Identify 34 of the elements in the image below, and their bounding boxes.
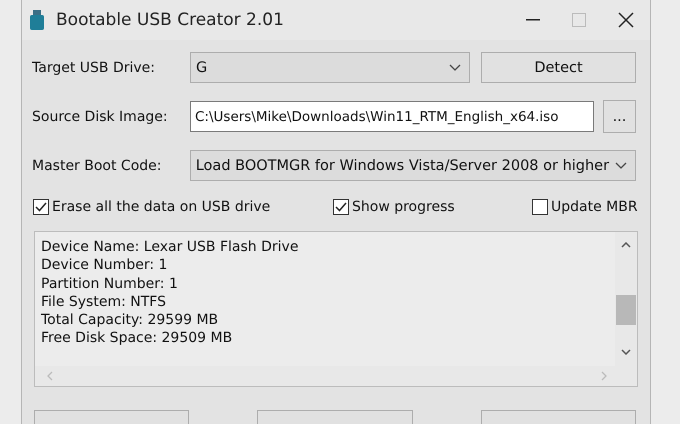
minimize-icon[interactable]	[526, 19, 540, 21]
browse-button[interactable]: ...	[603, 100, 636, 133]
boot-code-dropdown[interactable]: Load BOOTMGR for Windows Vista/Server 2008 or higher	[190, 150, 636, 181]
horizontal-scrollbar[interactable]	[35, 366, 637, 386]
field-label: Master Boot Code:	[32, 158, 162, 174]
log-line: Partition Number: 1	[41, 274, 179, 293]
checkbox-label: Show progress	[352, 199, 455, 215]
maximize-icon	[572, 13, 586, 27]
log-line: Total Capacity: 29599 MB	[41, 311, 220, 330]
detect-button[interactable]: Detect	[481, 52, 636, 83]
usb-drive-icon	[30, 10, 44, 30]
chevron-right-icon[interactable]	[601, 371, 607, 381]
chevron-left-icon[interactable]	[47, 371, 53, 381]
log-line: Device Number: 1	[41, 256, 168, 275]
checkbox[interactable]	[33, 199, 49, 215]
source-path-field[interactable]: C:\Users\Mike\Downloads\Win11_RTM_English_x64.iso	[190, 101, 594, 132]
scrollbar-thumb[interactable]	[616, 295, 636, 325]
close-icon[interactable]	[618, 12, 634, 28]
checkbox[interactable]	[532, 199, 548, 215]
checkbox[interactable]	[333, 199, 349, 215]
chevron-down-icon	[615, 162, 627, 169]
drive-dropdown[interactable]: G	[190, 52, 470, 83]
log-line: Free Disk Space: 29509 MB	[41, 329, 234, 348]
chevron-down-icon	[449, 64, 461, 71]
log-line: Device Name: Lexar USB Flash Drive	[41, 238, 300, 256]
checkbox-label: Erase all the data on USB drive	[52, 199, 270, 215]
vertical-scrollbar[interactable]	[615, 232, 637, 366]
chevron-up-icon[interactable]	[621, 242, 631, 248]
field-label: Target USB Drive:	[32, 60, 156, 76]
window-title: Bootable USB Creator 2.01	[56, 10, 284, 30]
log-line: File System: NTFS	[41, 292, 167, 312]
field-label: Source Disk Image:	[32, 108, 169, 124]
chevron-down-icon[interactable]	[621, 349, 631, 355]
checkbox-label: Update MBR	[551, 199, 638, 215]
